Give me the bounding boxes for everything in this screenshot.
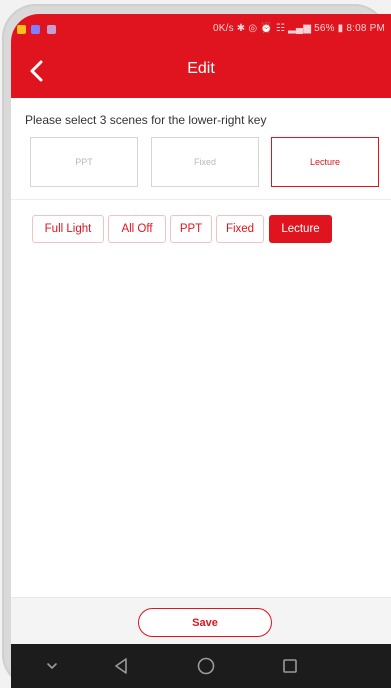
footer-bar: Save — [11, 597, 391, 644]
home-circle-icon[interactable] — [193, 653, 219, 679]
scene-option-label: All Off — [121, 223, 153, 235]
scene-option-ppt[interactable]: PPT — [170, 215, 212, 243]
title-bar: Edit — [11, 44, 391, 98]
app-header: 0K/s ✱ ◎ ⏰ ☷ ▂▄▆ 56% ▮ 8:08 PM Edit — [11, 14, 391, 98]
scene-option-label: Full Light — [44, 223, 92, 235]
scene-slot-label: Fixed — [193, 157, 216, 167]
notification-icon — [31, 25, 40, 34]
scene-option-full-light[interactable]: Full Light — [32, 215, 104, 243]
notification-icon — [17, 25, 26, 34]
notification-icon — [47, 25, 56, 34]
scene-option-all-off[interactable]: All Off — [108, 215, 166, 243]
recent-apps-icon[interactable] — [277, 653, 303, 679]
scene-slot-2[interactable]: Fixed — [151, 137, 259, 187]
chevron-down-icon[interactable] — [39, 653, 65, 679]
scene-slot-label: Lecture — [309, 157, 341, 167]
divider — [11, 199, 391, 200]
scene-option-label: Fixed — [225, 223, 255, 235]
scene-option-fixed[interactable]: Fixed — [216, 215, 264, 243]
page-title: Edit — [187, 60, 215, 77]
system-nav-bar — [11, 644, 391, 688]
scene-slot-3[interactable]: Lecture — [271, 137, 379, 187]
back-triangle-icon[interactable] — [109, 653, 135, 679]
phone-screen: 0K/s ✱ ◎ ⏰ ☷ ▂▄▆ 56% ▮ 8:08 PM Edit Plea… — [11, 14, 391, 688]
scene-option-lecture[interactable]: Lecture — [269, 215, 332, 243]
status-right-text: 0K/s ✱ ◎ ⏰ ☷ ▂▄▆ 56% ▮ 8:08 PM — [213, 23, 385, 34]
status-bar: 0K/s ✱ ◎ ⏰ ☷ ▂▄▆ 56% ▮ 8:08 PM — [11, 14, 391, 44]
scene-slot-label: PPT — [75, 157, 93, 167]
scene-option-label: PPT — [179, 223, 203, 235]
scene-option-label: Lecture — [281, 223, 320, 235]
scene-slot-1[interactable]: PPT — [30, 137, 138, 187]
main-content: Please select 3 scenes for the lower-rig… — [11, 98, 391, 598]
save-button[interactable]: Save — [138, 608, 272, 637]
instruction-text: Please select 3 scenes for the lower-rig… — [25, 113, 267, 127]
